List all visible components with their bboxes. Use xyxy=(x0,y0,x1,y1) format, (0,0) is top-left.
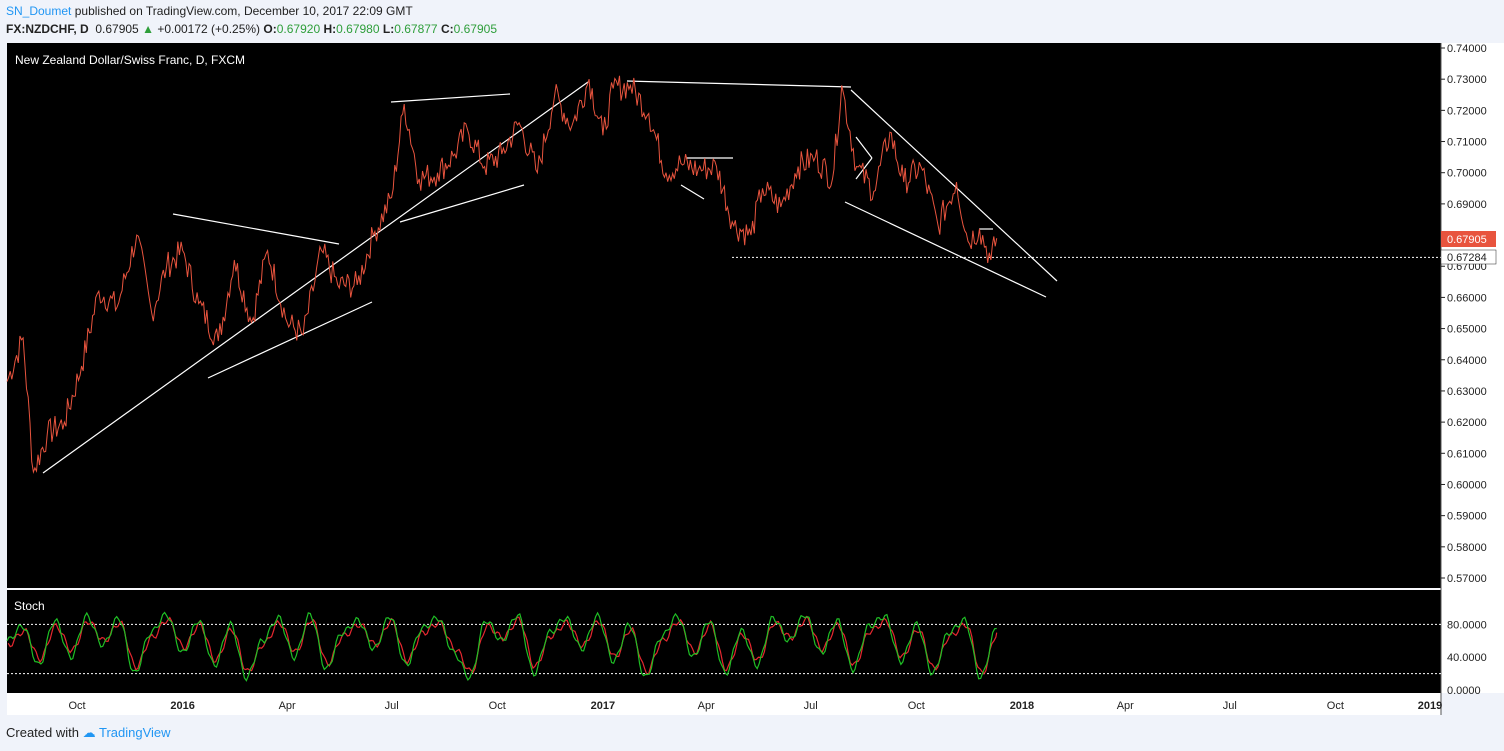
time-axis-label: Apr xyxy=(279,700,296,712)
time-axis-label: 2017 xyxy=(591,700,615,712)
time-axis-label: 2016 xyxy=(170,700,194,712)
time-axis-label: Jul xyxy=(385,700,399,712)
price-axis-label: 0.66000 xyxy=(1447,292,1487,304)
time-axis-label: Oct xyxy=(908,700,925,712)
stoch-pane[interactable] xyxy=(7,590,1441,693)
price-axis-label: 0.64000 xyxy=(1447,355,1487,367)
price-axis-label: 0.70000 xyxy=(1447,168,1487,180)
last-price-badge-text: 0.67905 xyxy=(1447,234,1487,246)
price-axis-label: 0.63000 xyxy=(1447,386,1487,398)
price-axis-label: 0.71000 xyxy=(1447,137,1487,149)
time-axis-label: Oct xyxy=(489,700,506,712)
time-axis-label: 2019 xyxy=(1418,700,1442,712)
price-axis-label: 0.59000 xyxy=(1447,511,1487,523)
price-axis-label: 0.60000 xyxy=(1447,479,1487,491)
price-axis-label: 0.65000 xyxy=(1447,324,1487,336)
chart-title: New Zealand Dollar/Swiss Franc, D, FXCM xyxy=(15,53,245,67)
stoch-axis-label: 40.0000 xyxy=(1447,652,1487,664)
price-axis-label: 0.73000 xyxy=(1447,74,1487,86)
time-axis-label: Jul xyxy=(804,700,818,712)
price-axis-label: 0.58000 xyxy=(1447,542,1487,554)
time-axis-label: Apr xyxy=(698,700,715,712)
price-pane[interactable] xyxy=(7,43,1441,588)
footer: Created with ☁ TradingView xyxy=(6,724,171,742)
stoch-title: Stoch xyxy=(14,599,45,613)
price-axis-label: 0.72000 xyxy=(1447,105,1487,117)
time-axis-label: Oct xyxy=(1327,700,1344,712)
time-axis-label: 2018 xyxy=(1010,700,1034,712)
price-axis-label: 0.62000 xyxy=(1447,417,1487,429)
stoch-axis-label: 0.0000 xyxy=(1447,685,1481,697)
price-axis-label: 0.61000 xyxy=(1447,448,1487,460)
support-price-badge-text: 0.67284 xyxy=(1447,252,1487,264)
stoch-axis-label: 80.0000 xyxy=(1447,619,1487,631)
price-axis-label: 0.69000 xyxy=(1447,199,1487,211)
chart-area[interactable]: New Zealand Dollar/Swiss Franc, D, FXCM … xyxy=(0,0,1504,751)
tradingview-logo-icon: ☁ xyxy=(82,725,96,740)
price-axis-label: 0.57000 xyxy=(1447,573,1487,585)
price-axis-label: 0.74000 xyxy=(1447,43,1487,55)
created-with-label: Created with xyxy=(6,725,79,740)
time-axis-label: Jul xyxy=(1223,700,1237,712)
time-axis-label: Apr xyxy=(1117,700,1134,712)
tradingview-link[interactable]: TradingView xyxy=(99,725,171,740)
time-axis-label: Oct xyxy=(68,700,85,712)
